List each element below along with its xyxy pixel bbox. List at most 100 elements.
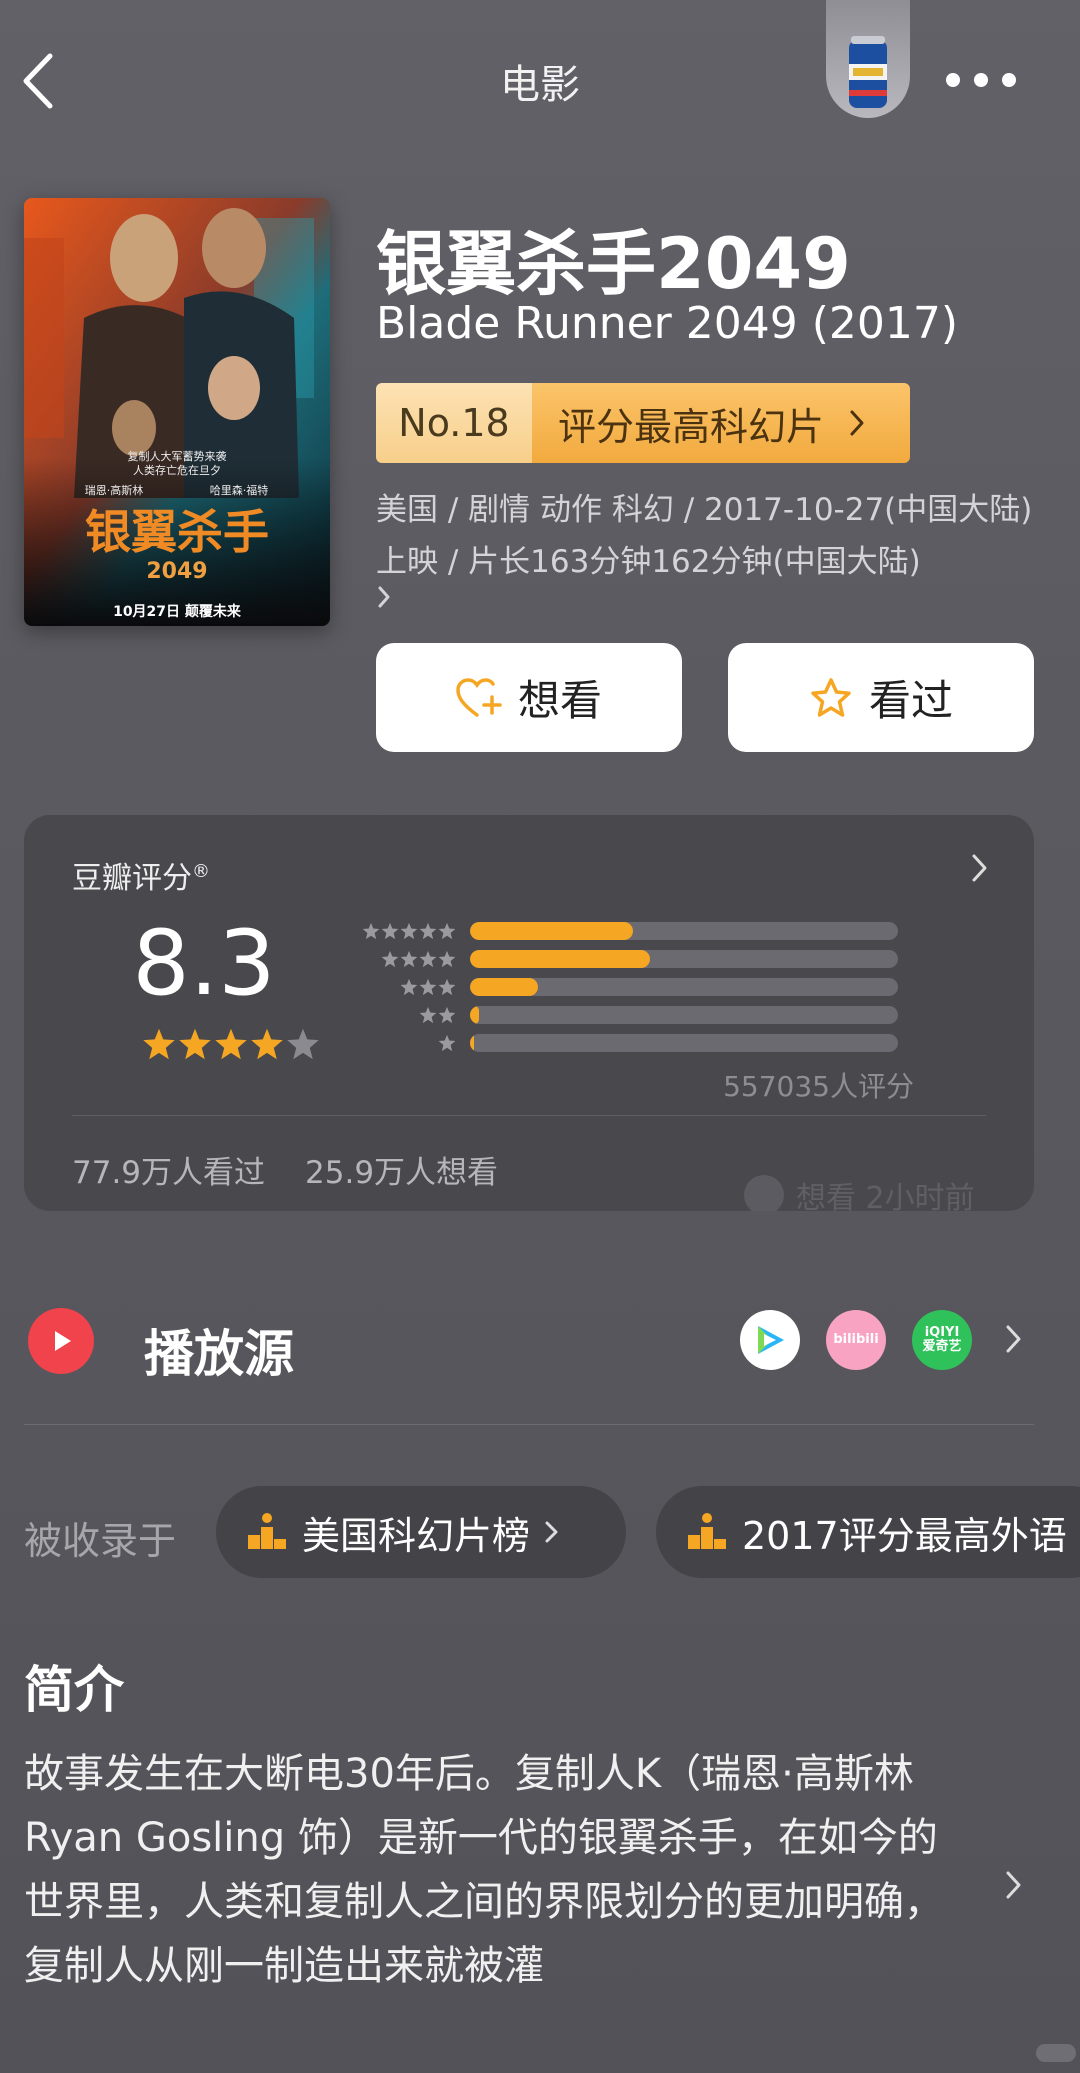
chevron-right-icon[interactable]	[1004, 1868, 1024, 1902]
more-button[interactable]	[946, 60, 1016, 100]
movie-title-en: Blade Runner 2049 (2017)	[376, 298, 959, 349]
rating-bar-fill	[470, 922, 633, 940]
synopsis-title: 简介	[24, 1661, 124, 1719]
small-star-icon	[438, 950, 456, 968]
avatar[interactable]	[826, 0, 910, 118]
play-source-row[interactable]: 播放源 bilibili iQIYI 爱奇艺	[0, 1300, 1080, 1390]
chevron-right-icon[interactable]	[1004, 1322, 1024, 1356]
chevron-right-icon	[850, 410, 864, 436]
rating-bar-row	[360, 945, 940, 973]
small-star-icon	[381, 950, 399, 968]
vote-count: 557035人评分	[723, 1070, 914, 1103]
row-stars	[360, 1006, 470, 1024]
synopsis-text[interactable]: 故事发生在大断电30年后。复制人K（瑞恩·高斯林 Ryan Gosling 饰）…	[24, 1742, 964, 1998]
beer-can-icon	[849, 36, 887, 108]
rating-bar-row	[360, 1001, 940, 1029]
bilibili-icon[interactable]: bilibili	[826, 1310, 886, 1370]
chevron-right-icon[interactable]	[376, 582, 394, 612]
watch-counts: 77.9万人看过 25.9万人想看	[72, 1147, 498, 1192]
movie-title-cn: 银翼杀手2049	[376, 223, 851, 305]
list-chip[interactable]: 美国科幻片榜	[216, 1486, 626, 1578]
tencent-video-icon[interactable]	[740, 1310, 800, 1370]
svg-text:哈里森·福特: 哈里森·福特	[210, 483, 269, 497]
rating-bar-track	[470, 922, 898, 940]
rating-bar-row	[360, 1029, 940, 1057]
chevron-right-icon	[545, 1521, 558, 1543]
small-star-icon	[419, 950, 437, 968]
poster-image: 复制人大军蓄势来袭 人类存亡危在旦夕 瑞恩·高斯林 哈里森·福特 银翼杀手 20…	[24, 198, 330, 626]
movie-poster[interactable]: 复制人大军蓄势来袭 人类存亡危在旦夕 瑞恩·高斯林 哈里森·福特 银翼杀手 20…	[24, 198, 330, 626]
small-star-icon	[438, 1034, 456, 1052]
podium-icon	[248, 1513, 286, 1549]
play-icon	[28, 1308, 94, 1374]
watermark	[1036, 2044, 1076, 2062]
want-label: 想看	[517, 676, 602, 725]
row-stars	[360, 978, 470, 996]
svg-text:2049: 2049	[146, 559, 207, 584]
iqiyi-text: iQIYI	[924, 1325, 960, 1340]
movie-meta[interactable]: 美国 / 剧情 动作 科幻 / 2017-10-27(中国大陆)上映 / 片长1…	[376, 484, 1036, 588]
rank-label: 评分最高科幻片	[558, 404, 825, 449]
small-star-icon	[400, 978, 418, 996]
rank-badge[interactable]: No.18 评分最高科幻片	[376, 383, 910, 463]
small-star-icon	[438, 1006, 456, 1024]
small-star-icon	[419, 922, 437, 940]
rating-header-text: 豆瓣评分	[72, 861, 192, 896]
rating-bar-track	[470, 1034, 898, 1052]
small-star-icon	[438, 978, 456, 996]
podium-icon	[688, 1513, 726, 1549]
rating-bar-row	[360, 973, 940, 1001]
heart-plus-icon	[456, 677, 502, 717]
friend-activity: 想看 2小时前	[744, 1173, 975, 1211]
rank-number: No.18	[376, 383, 532, 463]
rating-header: 豆瓣评分®	[72, 853, 210, 897]
friend-avatar	[744, 1175, 784, 1211]
seen-label: 看过	[868, 676, 953, 725]
dot-icon	[974, 73, 988, 87]
rating-bar-fill	[470, 1034, 475, 1052]
small-star-icon	[400, 922, 418, 940]
collected-label: 被收录于	[24, 1519, 177, 1563]
small-star-icon	[438, 922, 456, 940]
watched-button[interactable]: 看过	[728, 643, 1034, 752]
rating-bar-fill	[470, 1006, 479, 1024]
star-outline-icon	[811, 677, 851, 717]
svg-text:10月27日 颠覆未来: 10月27日 颠覆未来	[113, 603, 242, 620]
star-filled-icon	[251, 1028, 283, 1060]
seen-count: 77.9万人看过	[72, 1155, 266, 1191]
rating-bar-fill	[470, 950, 650, 968]
chevron-right-icon[interactable]	[970, 851, 990, 885]
svg-text:复制人大军蓄势来袭: 复制人大军蓄势来袭	[128, 449, 227, 463]
iqiyi-icon[interactable]: iQIYI 爱奇艺	[912, 1310, 972, 1370]
rank-label-box: 评分最高科幻片	[532, 383, 910, 463]
divider	[72, 1115, 986, 1116]
star-filled-icon	[143, 1028, 175, 1060]
small-star-icon	[381, 922, 399, 940]
rating-bar-fill	[470, 978, 539, 996]
registered-mark: ®	[192, 861, 210, 882]
page-title: 电影	[500, 62, 580, 108]
row-stars	[360, 922, 470, 940]
svg-text:瑞恩·高斯林: 瑞恩·高斯林	[85, 483, 144, 497]
list-chip[interactable]: 2017评分最高外语	[656, 1486, 1080, 1578]
svg-text:银翼杀手: 银翼杀手	[85, 505, 269, 559]
want-to-watch-button[interactable]: 想看	[376, 643, 682, 752]
friend-activity-text: 想看 2小时前	[796, 1181, 975, 1211]
rating-distribution	[360, 917, 940, 1057]
play-source-label: 播放源	[144, 1325, 294, 1383]
divider	[24, 1424, 1034, 1425]
rating-score: 8.3	[132, 911, 276, 1016]
iqiyi-cn-text: 爱奇艺	[922, 1339, 962, 1354]
list-chip-label: 美国科幻片榜	[302, 1513, 531, 1558]
dot-icon	[946, 73, 960, 87]
list-chip-label: 2017评分最高外语	[742, 1513, 1067, 1558]
rating-card[interactable]: 豆瓣评分® 8.3 557035人评分 77.9万人看过 25.9万人想看 想看…	[24, 815, 1034, 1211]
star-filled-icon	[179, 1028, 211, 1060]
small-star-icon	[362, 922, 380, 940]
dot-icon	[1002, 73, 1016, 87]
star-empty-icon	[287, 1028, 319, 1060]
small-star-icon	[400, 950, 418, 968]
top-bar: 电影	[0, 0, 1080, 160]
iqiyi-text-wrap: iQIYI 爱奇艺	[922, 1326, 961, 1354]
want-count: 25.9万人想看	[305, 1155, 499, 1191]
